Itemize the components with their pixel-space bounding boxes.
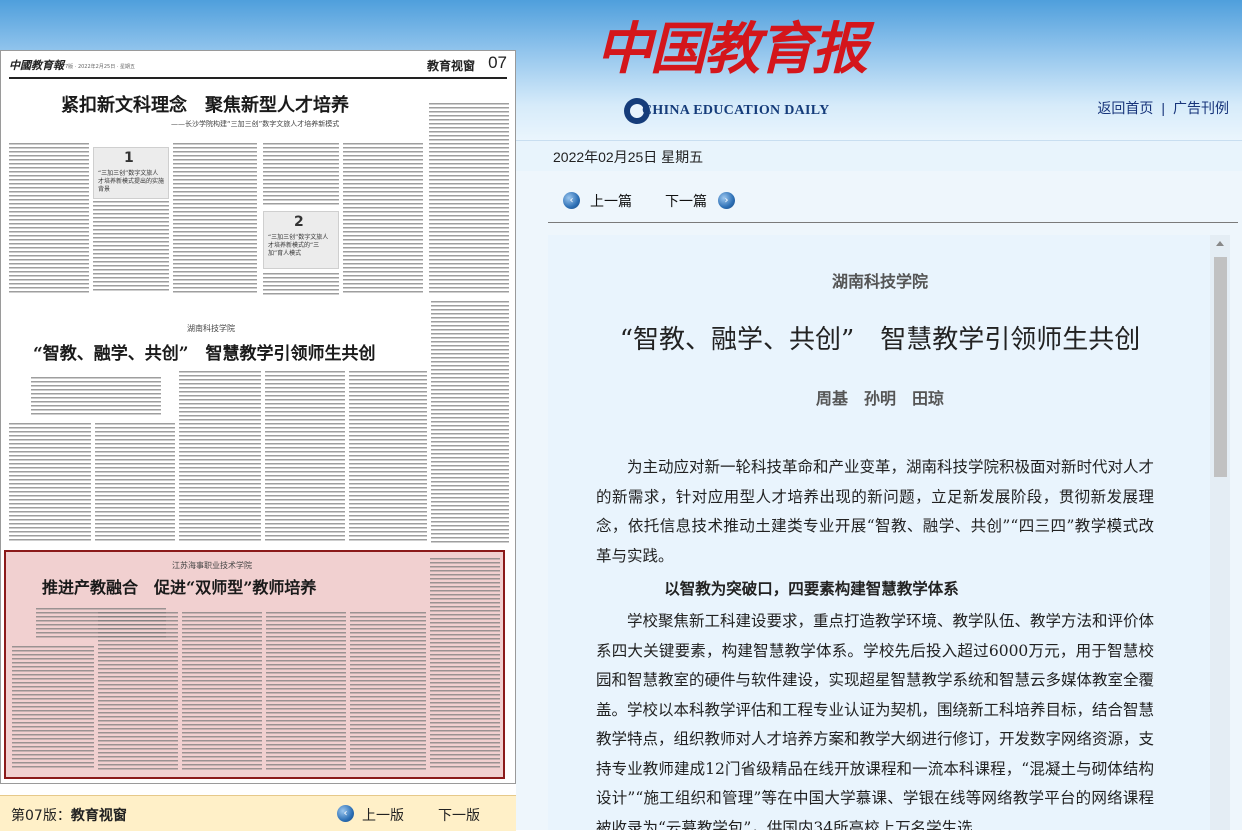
story-3-text-col1: [12, 646, 94, 770]
next-edition-link[interactable]: 下一版: [438, 805, 480, 825]
story-3-text-col4: [266, 612, 346, 770]
edition-nav-bar: 第07版：教育视窗 ‹ 上一版 下一版: [0, 795, 516, 831]
story-3-text-col6: [430, 558, 500, 770]
story-2-text-col4: [265, 371, 345, 543]
article-subheading: 以智教为突破口，四要素构建智慧教学体系: [664, 579, 959, 598]
story-1-callout-2: 2 “三加三创”数字文旅人才培养新模式的“三加”育人模式: [263, 211, 339, 269]
site-logo[interactable]: 中国教育报 CHINA EDUCATION DAILY: [596, 14, 868, 124]
edition-label: 第07版：教育视窗: [11, 808, 127, 824]
prev-edition-link[interactable]: 上一版: [362, 805, 404, 825]
article-scrollbar[interactable]: [1210, 235, 1230, 830]
article-authors: 周基 孙明 田琼: [815, 389, 944, 408]
article-org: 湖南科技学院: [831, 272, 928, 291]
article-title: “智教、融学、共创” 智慧教学引领师生共创: [619, 325, 1141, 355]
story-3-title: 推进产教融合 促进“双师型”教师培养: [42, 578, 317, 597]
logo-chinese: 中国教育报: [596, 16, 868, 82]
paper-meta: 7版 · 2022年2月25日 · 星期五: [65, 64, 135, 70]
article-nav: ‹ 上一篇 下一篇 ›: [548, 186, 1238, 223]
story-1-text-col2: [93, 201, 169, 293]
callout-1-text: “三加三创”数字文旅人才培养新模式提出的实施背景: [98, 170, 165, 193]
story-3-highlight[interactable]: 江苏海事职业技术学院 推进产教融合 促进“双师型”教师培养: [4, 550, 505, 779]
callout-1-number: 1: [124, 150, 134, 166]
paper-page-number: 07: [488, 53, 507, 72]
link-separator: |: [1161, 100, 1165, 116]
paper-header: 中國教育報 7版 · 2022年2月25日 · 星期五 教育视窗 07: [9, 53, 507, 79]
story-1-text-col4: [263, 143, 339, 205]
article-paragraph: 为主动应对新一轮科技革命和产业变革，湖南科技学院积极面对新时代对人才的新需求，针…: [596, 458, 1155, 565]
prev-arrow-icon[interactable]: ‹: [563, 192, 580, 209]
story-1-callout-1: 1 “三加三创”数字文旅人才培养新模式提出的实施背景: [93, 147, 169, 199]
ad-rates-link[interactable]: 广告刊例: [1173, 100, 1229, 116]
story-1-text-col1: [9, 143, 89, 293]
story-1-text-col5: [343, 143, 423, 293]
story-2-org: 湖南科技学院: [187, 324, 235, 333]
next-article-link[interactable]: 下一篇: [665, 191, 707, 211]
callout-2-text: “三加三创”数字文旅人才培养新模式的“三加”育人模式: [268, 234, 329, 257]
next-arrow-icon[interactable]: ›: [718, 192, 735, 209]
story-2-text-col6: [431, 301, 509, 543]
story-2-text-col3: [179, 371, 261, 543]
story-1-text-col3: [173, 143, 257, 293]
story-1-title: 紧扣新文科理念 聚焦新型人才培养: [61, 95, 349, 116]
story-1-text-col4b: [263, 273, 339, 295]
article-paragraph: 学校聚焦新工科建设要求，重点打造教学环境、教学队伍、教学方法和评价体系四大关键要…: [596, 612, 1155, 830]
story-3-text-col3: [182, 612, 262, 770]
date-bar: 2022年02月25日 星期五: [516, 140, 1242, 172]
prev-article-link[interactable]: 上一篇: [590, 191, 632, 211]
story-2-title: “智教、融学、共创” 智慧教学引领师生共创: [33, 344, 376, 364]
home-link[interactable]: 返回首页: [1097, 100, 1153, 116]
issue-date: 2022年02月25日 星期五: [553, 149, 704, 165]
newspaper-page[interactable]: 中國教育報 7版 · 2022年2月25日 · 星期五 教育视窗 07 紧扣新文…: [0, 50, 516, 784]
header-links: 返回首页 | 广告刊例: [1097, 98, 1229, 118]
story-2-text-col1: [9, 423, 91, 543]
scrollbar-thumb[interactable]: [1214, 257, 1227, 477]
logo-english: CHINA EDUCATION DAILY: [642, 103, 830, 118]
article-panel: ‹ 上一篇 下一篇 › 湖南科技学院 “智教、融学、共创” 智慧教学引领师生共创…: [516, 171, 1242, 830]
paper-section-name: 教育视窗: [426, 59, 475, 73]
story-2-text-col2: [95, 423, 175, 543]
article-body: 为主动应对新一轮科技革命和产业变革，湖南科技学院积极面对新时代对人才的新需求，针…: [596, 453, 1154, 830]
paper-masthead: 中國教育報: [9, 59, 64, 72]
story-3-text-col2: [98, 612, 178, 770]
callout-2-number: 2: [294, 214, 304, 230]
prev-edition-arrow-icon[interactable]: ‹: [337, 805, 354, 822]
story-1-text-col6: [429, 103, 509, 293]
story-3-text-col5: [350, 612, 426, 770]
story-3-org: 江苏海事职业技术学院: [172, 561, 252, 570]
story-2-lead: [31, 377, 161, 417]
story-2-text-col5: [349, 371, 427, 543]
story-1-subtitle: ——长沙学院构建“三加三创”数字文旅人才培养新模式: [171, 120, 340, 128]
edition-name: 教育视窗: [70, 808, 127, 824]
scroll-up-arrow-icon[interactable]: [1216, 241, 1224, 246]
article-content: 湖南科技学院 “智教、融学、共创” 智慧教学引领师生共创 周基 孙明 田琼 为主…: [548, 235, 1220, 830]
